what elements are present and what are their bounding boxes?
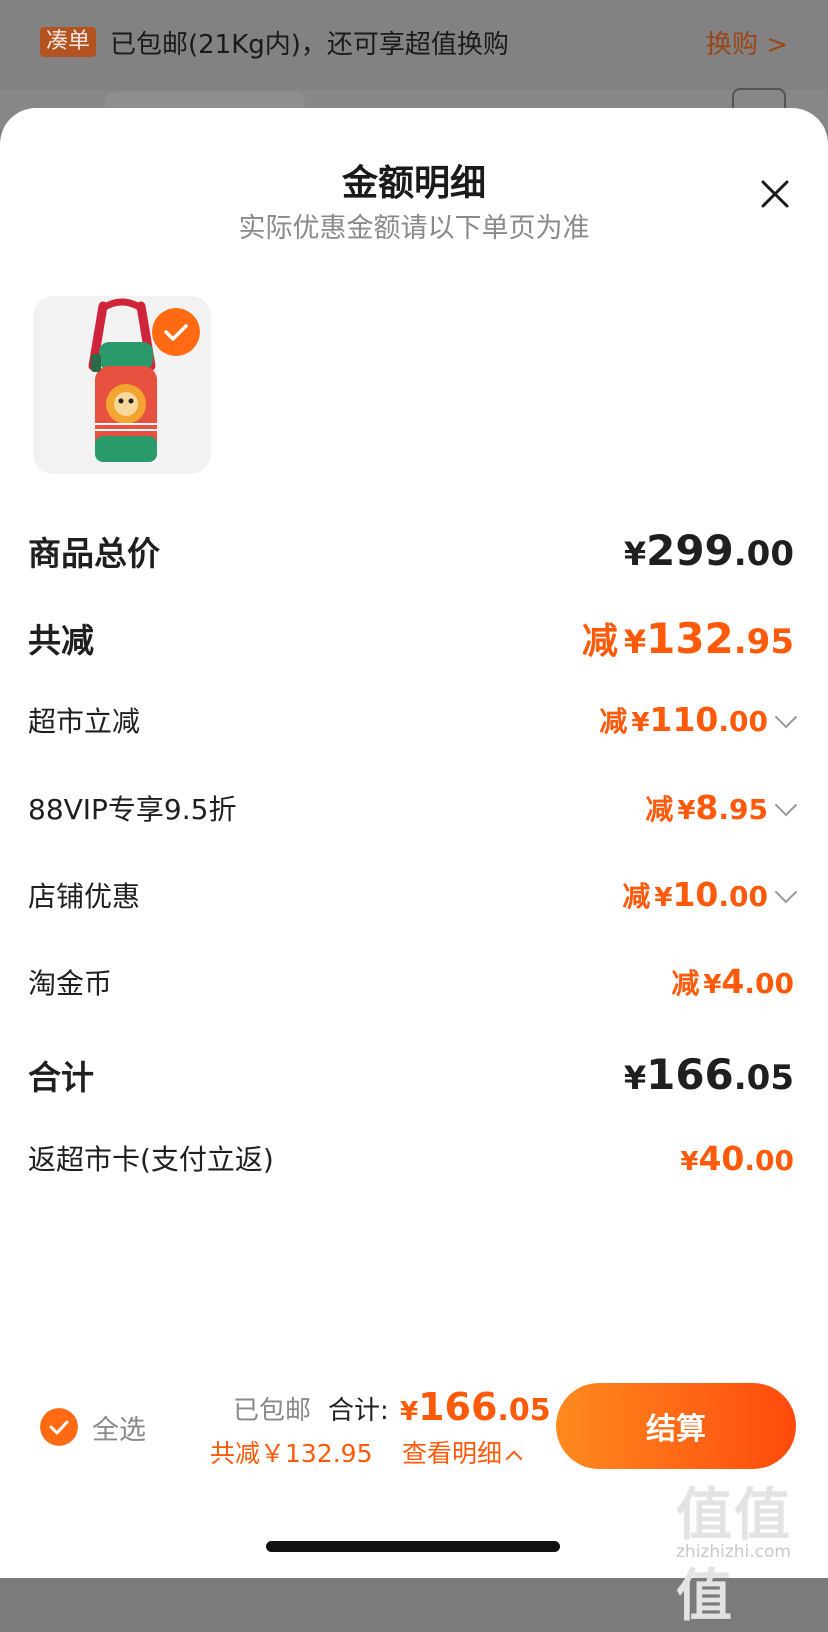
bundle-tag: 凑单 xyxy=(40,27,97,57)
select-all-label[interactable]: 全选 xyxy=(92,1408,146,1447)
chevron-down-icon[interactable] xyxy=(774,705,798,729)
saved-amount: 共减￥132.95 xyxy=(210,1439,373,1468)
background-cart-header: 凑单 已包邮(21Kg内)，还可享超值换购 换购 > xyxy=(0,0,828,90)
product-check-icon[interactable] xyxy=(152,308,200,356)
total-label: 合计: xyxy=(328,1396,389,1426)
row-label: 返超市卡(支付立返) xyxy=(28,1143,274,1176)
row-discount-coins: 淘金币 减 ¥ 4 .00 xyxy=(28,962,794,1002)
chevron-up-icon xyxy=(505,1450,523,1468)
row-label: 商品总价 xyxy=(28,533,160,573)
discount-value: 减 ¥ 8 .95 xyxy=(645,788,798,828)
row-discount-88vip[interactable]: 88VIP专享9.5折 减 ¥ 8 .95 xyxy=(28,788,798,828)
footer-total-value: ¥ 166 .05 xyxy=(400,1385,551,1429)
chevron-down-icon[interactable] xyxy=(774,880,798,904)
rebate-value: ¥ 40 .00 xyxy=(680,1138,794,1178)
row-total-price: 商品总价 ¥ 299 .00 xyxy=(28,526,794,575)
shipping-label: 已包邮 xyxy=(233,1396,312,1426)
row-discount-supermarket[interactable]: 超市立减 减 ¥ 110 .00 xyxy=(28,700,798,740)
close-icon[interactable] xyxy=(755,174,795,214)
grand-total-value: ¥ 166 .05 xyxy=(623,1050,794,1099)
watermark-site: zhizhizhi.com xyxy=(676,1542,791,1562)
shipping-notice: 已包邮(21Kg内)，还可享超值换购 xyxy=(110,30,509,60)
row-rebate: 返超市卡(支付立返) ¥ 40 .00 xyxy=(28,1138,794,1178)
discount-value: 减 ¥ 10 .00 xyxy=(622,875,798,915)
row-label: 共减 xyxy=(28,621,94,660)
chevron-down-icon[interactable] xyxy=(774,793,798,817)
amount-detail-sheet: 金额明细 实际优惠金额请以下单页为准 商品总价 ¥ 299 .00 共减 减 ¥… xyxy=(0,108,828,1578)
discount-value: 减 ¥ 4 .00 xyxy=(671,962,794,1001)
total-price-value: ¥ 299 .00 xyxy=(623,526,794,575)
discount-value: 减 ¥ 110 .00 xyxy=(599,700,798,740)
sheet-title: 金额明细 xyxy=(341,163,486,204)
row-label: 店铺优惠 xyxy=(28,880,141,913)
row-label: 超市立减 xyxy=(28,705,141,738)
row-label: 88VIP专享9.5折 xyxy=(28,793,237,826)
row-grand-total: 合计 ¥ 166 .05 xyxy=(28,1050,794,1099)
home-indicator[interactable] xyxy=(266,1541,560,1552)
exchange-link: 换购 > xyxy=(705,30,788,60)
row-label: 淘金币 xyxy=(28,967,113,1000)
row-total-discount: 共减 减 ¥ 132 .95 xyxy=(28,612,794,664)
checkout-button[interactable]: 结算 xyxy=(556,1383,796,1469)
view-detail-link[interactable]: 查看明细 xyxy=(402,1434,523,1470)
row-label: 合计 xyxy=(28,1057,94,1097)
total-discount-value: 减 ¥ 132 .95 xyxy=(581,614,794,663)
row-discount-store[interactable]: 店铺优惠 减 ¥ 10 .00 xyxy=(28,875,798,915)
sheet-subtitle: 实际优惠金额请以下单页为准 xyxy=(238,213,590,244)
select-all-check-icon[interactable] xyxy=(40,1408,78,1446)
view-detail-label: 查看明细 xyxy=(402,1439,503,1468)
